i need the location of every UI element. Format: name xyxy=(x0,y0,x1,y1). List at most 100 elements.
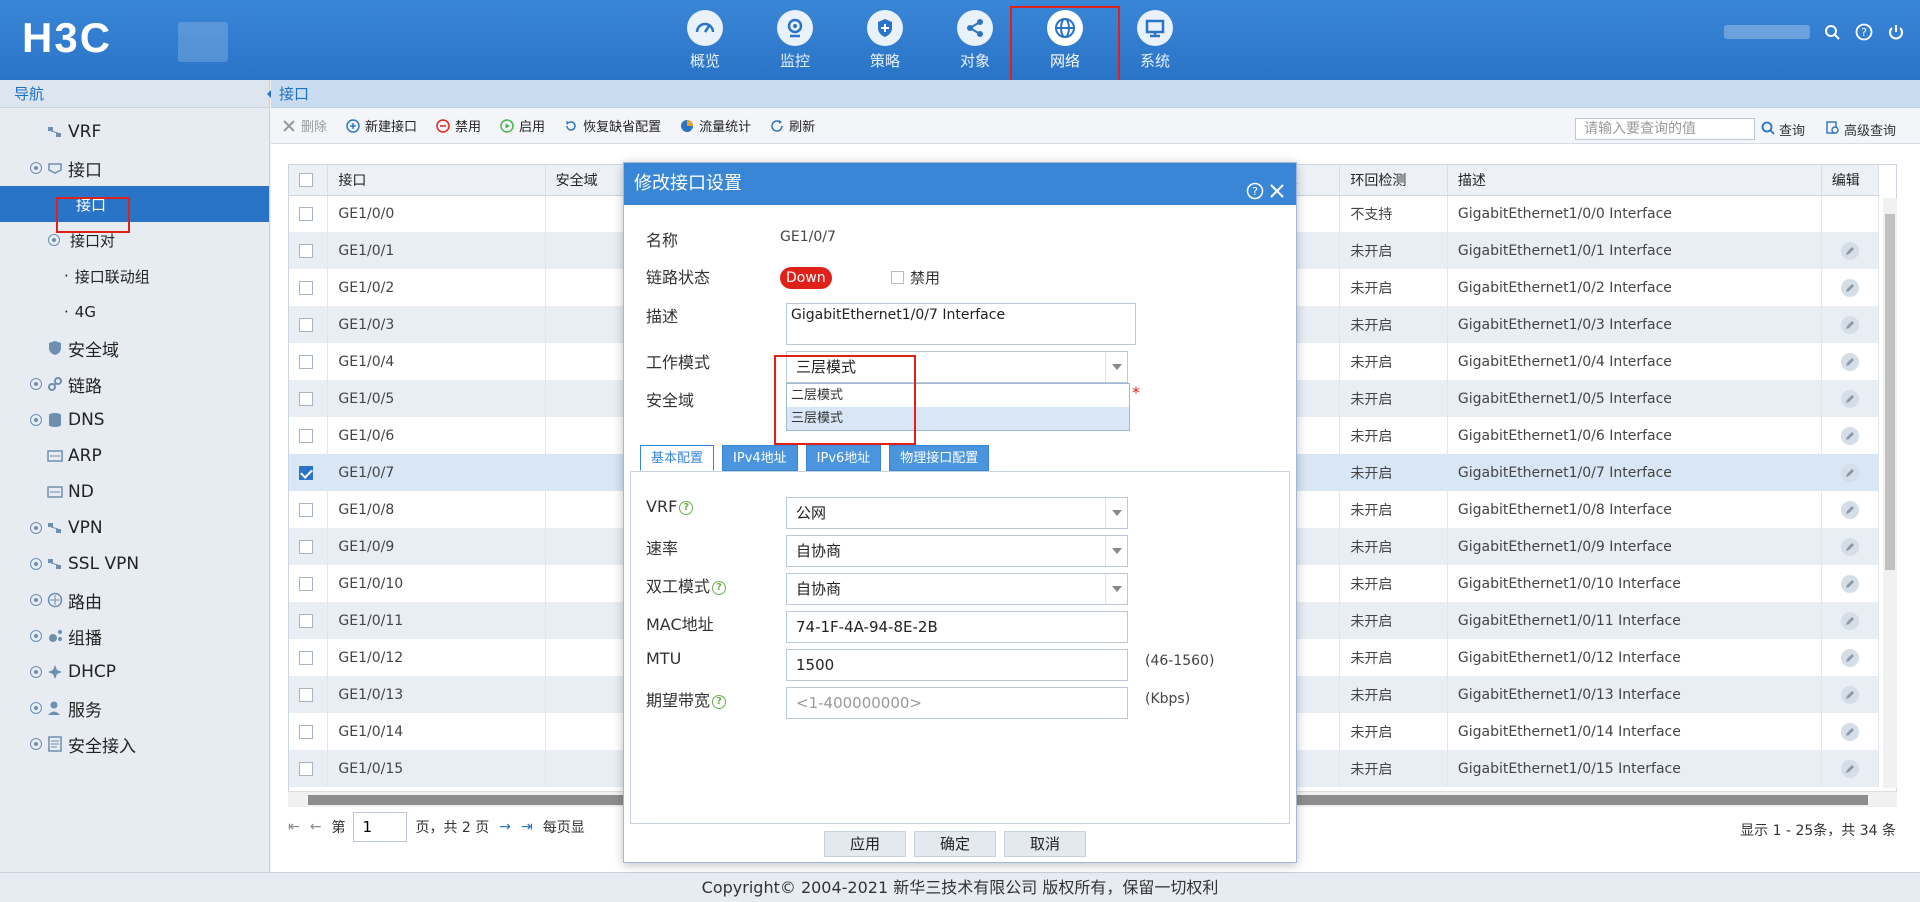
row-checkbox[interactable] xyxy=(299,465,313,480)
edit-icon[interactable] xyxy=(1840,389,1859,408)
row-checkbox[interactable] xyxy=(299,243,313,258)
cell-edit[interactable] xyxy=(1821,306,1880,343)
help-icon[interactable]: ? xyxy=(712,694,727,709)
close-icon[interactable] xyxy=(1268,174,1286,216)
row-checkbox[interactable] xyxy=(299,391,313,406)
row-checkbox[interactable] xyxy=(299,317,313,332)
row-select-cell[interactable] xyxy=(289,565,329,602)
chevron-down-icon[interactable] xyxy=(1105,498,1127,528)
edit-icon[interactable] xyxy=(1840,685,1859,704)
edit-icon[interactable] xyxy=(1840,315,1859,334)
edit-icon[interactable] xyxy=(1840,352,1859,371)
row-select-cell[interactable] xyxy=(289,269,329,306)
cell-edit[interactable] xyxy=(1821,232,1880,269)
nav-object[interactable]: 对象 xyxy=(930,0,1020,80)
row-select-cell[interactable] xyxy=(289,380,329,417)
sidebar-item-security-zone[interactable]: 安全域 xyxy=(0,330,269,366)
sidebar-item-dhcp[interactable]: DHCP xyxy=(0,654,269,690)
refresh-button[interactable]: 刷新 xyxy=(769,116,815,135)
cell-edit[interactable] xyxy=(1821,528,1880,565)
expand-icon[interactable] xyxy=(30,162,42,174)
help-icon[interactable]: ? xyxy=(1246,174,1264,216)
sidebar-item-interface-list[interactable]: 接口 xyxy=(0,186,269,222)
cell-edit[interactable] xyxy=(1821,676,1880,713)
advanced-search-button[interactable]: 高级查询 xyxy=(1826,120,1896,139)
row-checkbox[interactable] xyxy=(299,576,313,591)
next-page-icon[interactable]: → xyxy=(499,819,511,835)
row-checkbox[interactable] xyxy=(299,724,313,739)
edit-icon[interactable] xyxy=(1840,426,1859,445)
nav-policy[interactable]: 策略 xyxy=(840,0,930,80)
expand-icon[interactable] xyxy=(30,666,42,678)
row-select-cell[interactable] xyxy=(289,195,329,232)
enable-button[interactable]: 启用 xyxy=(499,116,545,135)
edit-icon[interactable] xyxy=(1840,611,1859,630)
row-select-cell[interactable] xyxy=(289,713,329,750)
disable-checkbox-wrap[interactable]: 禁用 xyxy=(891,267,940,288)
sidebar-item-interface-group[interactable]: · 接口联动组 xyxy=(0,258,269,294)
speed-select[interactable]: 自协商 xyxy=(786,535,1128,567)
chevron-down-icon[interactable] xyxy=(1105,352,1127,382)
mac-field[interactable]: 74-1F-4A-94-8E-2B xyxy=(786,611,1128,643)
tab-ipv4[interactable]: IPv4地址 xyxy=(722,445,798,471)
edit-icon[interactable] xyxy=(1840,722,1859,741)
row-checkbox[interactable] xyxy=(299,280,313,295)
vrf-select[interactable]: 公网 xyxy=(786,497,1128,529)
row-select-cell[interactable] xyxy=(289,602,329,639)
restore-default-button[interactable]: 恢复缺省配置 xyxy=(563,116,661,135)
cell-edit[interactable] xyxy=(1821,491,1880,528)
edit-icon[interactable] xyxy=(1840,278,1859,297)
cell-edit[interactable] xyxy=(1821,417,1880,454)
expand-icon[interactable] xyxy=(30,522,42,534)
sidebar-item-vrf[interactable]: VRF xyxy=(0,114,269,150)
disable-checkbox[interactable] xyxy=(891,271,904,284)
sidebar-item-multicast[interactable]: 组播 xyxy=(0,618,269,654)
help-icon[interactable]: ? xyxy=(1854,22,1874,42)
cell-edit[interactable] xyxy=(1821,269,1880,306)
sidebar-item-vpn[interactable]: VPN xyxy=(0,510,269,546)
tab-physical-config[interactable]: 物理接口配置 xyxy=(889,445,990,471)
row-checkbox[interactable] xyxy=(299,354,313,369)
search-icon[interactable] xyxy=(1822,22,1842,42)
cell-edit[interactable] xyxy=(1821,713,1880,750)
nav-system[interactable]: 系统 xyxy=(1110,0,1200,80)
first-page-icon[interactable]: ⇤ xyxy=(288,819,300,835)
cell-edit[interactable] xyxy=(1821,195,1880,232)
nav-monitor[interactable]: 监控 xyxy=(750,0,840,80)
bandwidth-field[interactable]: <1-400000000> xyxy=(786,687,1128,719)
cell-edit[interactable] xyxy=(1821,565,1880,602)
sidebar-item-ssl-vpn[interactable]: SSL VPN xyxy=(0,546,269,582)
scrollbar-thumb[interactable] xyxy=(1885,214,1895,570)
sidebar-item-route[interactable]: 路由 xyxy=(0,582,269,618)
row-checkbox[interactable] xyxy=(299,650,313,665)
page-number-input[interactable] xyxy=(353,812,408,842)
edit-icon[interactable] xyxy=(1840,648,1859,667)
help-icon[interactable]: ? xyxy=(679,500,694,515)
row-checkbox[interactable] xyxy=(299,502,313,517)
row-select-cell[interactable] xyxy=(289,491,329,528)
row-select-cell[interactable] xyxy=(289,750,329,787)
expand-icon[interactable] xyxy=(30,630,42,642)
expand-icon[interactable] xyxy=(30,414,42,426)
select-all-checkbox[interactable] xyxy=(299,172,313,187)
chevron-down-icon[interactable] xyxy=(1105,536,1127,566)
row-select-cell[interactable] xyxy=(289,417,329,454)
sidebar-item-nd[interactable]: ND xyxy=(0,474,269,510)
cell-edit[interactable] xyxy=(1821,454,1880,491)
mtu-field[interactable]: 1500 xyxy=(786,649,1128,681)
power-icon[interactable] xyxy=(1886,22,1906,42)
edit-icon[interactable] xyxy=(1840,500,1859,519)
disable-button[interactable]: 禁用 xyxy=(435,116,481,135)
new-interface-button[interactable]: 新建接口 xyxy=(345,116,417,135)
sidebar-item-dns[interactable]: DNS xyxy=(0,402,269,438)
row-checkbox[interactable] xyxy=(299,206,313,221)
row-select-cell[interactable] xyxy=(289,232,329,269)
traffic-stats-button[interactable]: 流量统计 xyxy=(679,116,751,135)
row-select-cell[interactable] xyxy=(289,676,329,713)
col-header-interface[interactable]: 接口 xyxy=(327,165,546,196)
sidebar-item-secure-access[interactable]: 安全接入 xyxy=(0,726,269,762)
row-checkbox[interactable] xyxy=(299,687,313,702)
edit-icon[interactable] xyxy=(1840,574,1859,593)
row-select-cell[interactable] xyxy=(289,528,329,565)
tab-basic-config[interactable]: 基本配置 xyxy=(640,445,715,471)
